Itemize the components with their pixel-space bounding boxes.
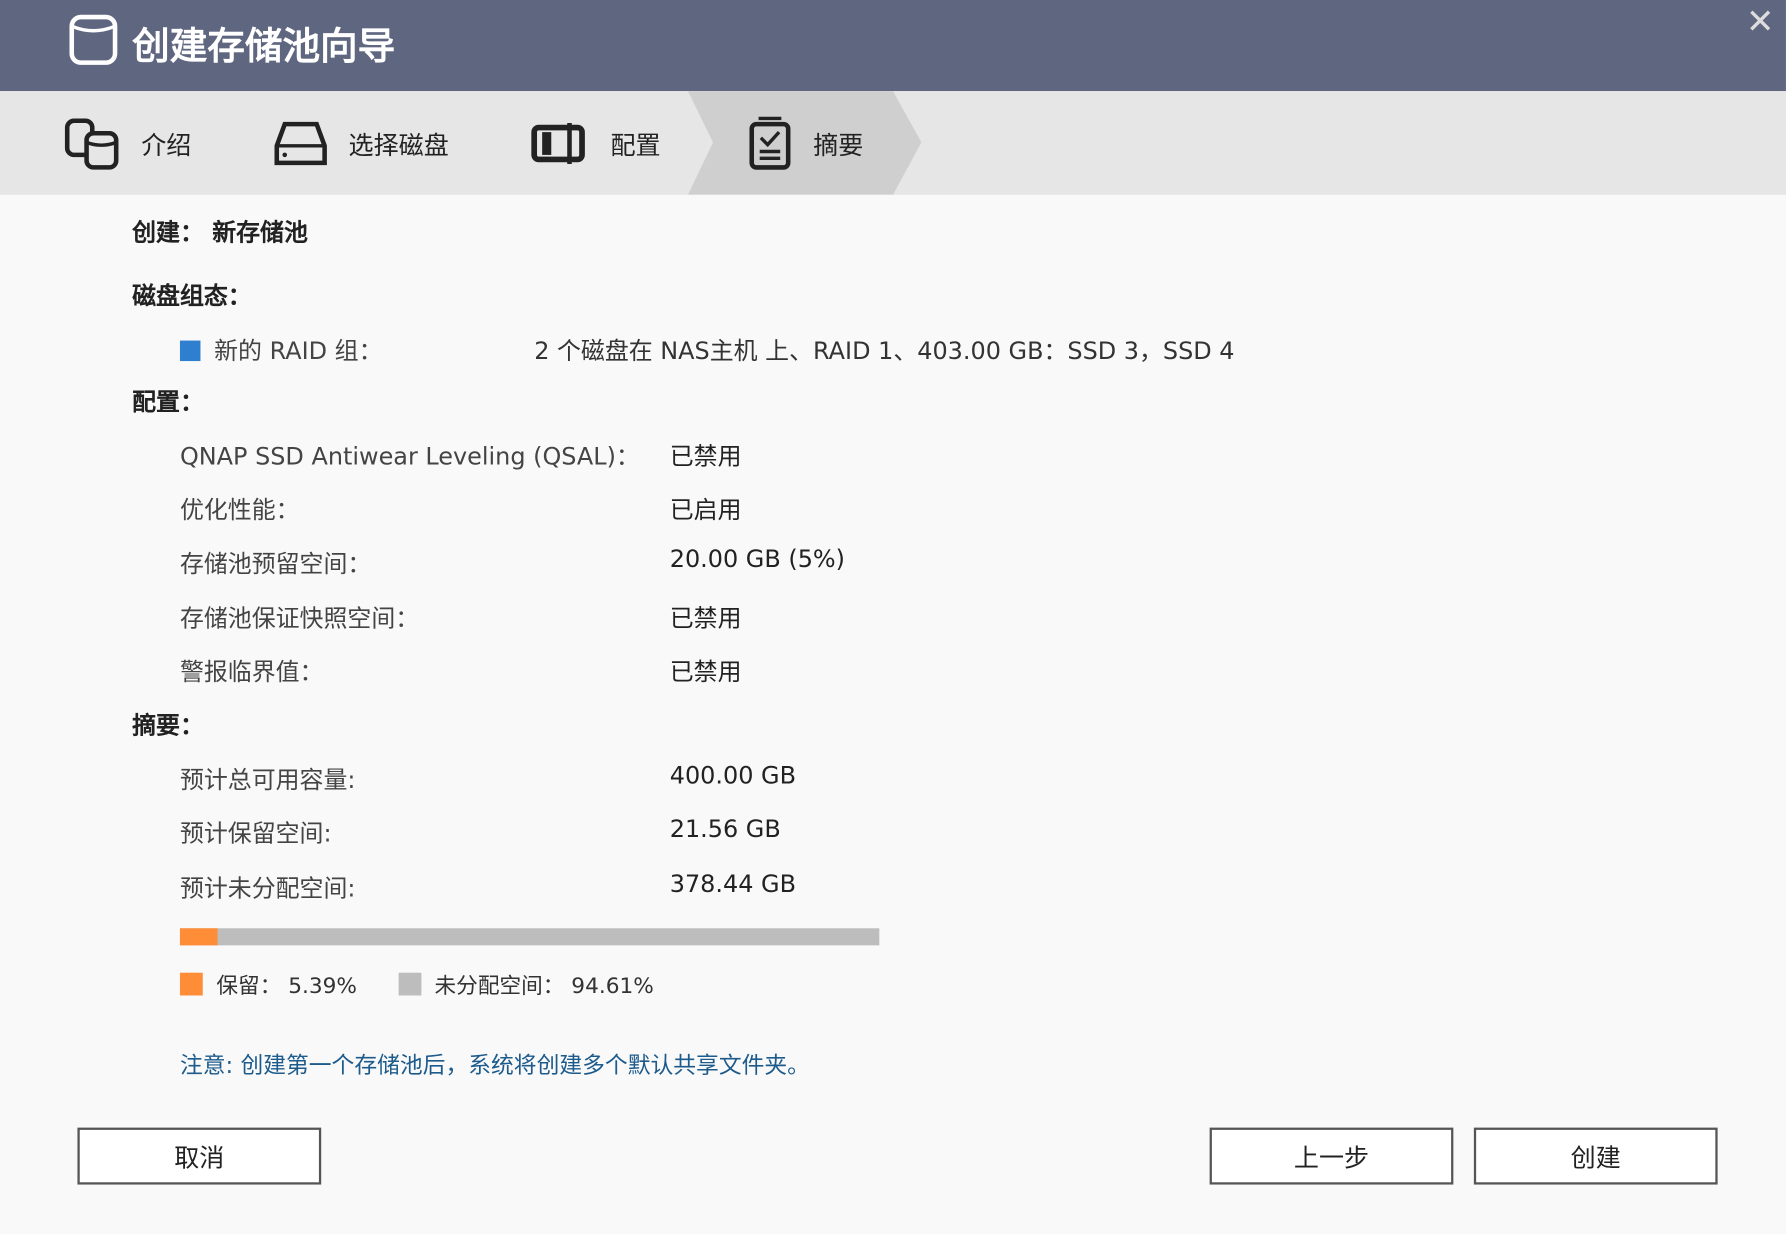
disks-icon — [64, 117, 121, 169]
config-label: 存储池保证快照空间： — [180, 600, 419, 634]
unallocated-legend-square — [398, 973, 421, 996]
summary-heading: 摘要： — [132, 707, 204, 741]
step-label: 选择磁盘 — [349, 125, 449, 161]
capacity-usage-bar — [180, 928, 879, 945]
config-label: 警报临界值： — [180, 654, 324, 688]
cancel-button[interactable]: 取消 — [77, 1128, 321, 1185]
summary-label: 预计未分配空间: — [180, 870, 355, 904]
create-button[interactable]: 创建 — [1474, 1128, 1718, 1185]
storage-pool-icon — [68, 14, 118, 66]
raid-group-color-square — [180, 341, 201, 362]
window-title: 创建存储池向导 — [132, 16, 395, 71]
step-select-disks: 选择磁盘 — [273, 91, 448, 195]
step-label: 配置 — [611, 125, 661, 161]
config-icon — [531, 120, 590, 166]
create-row: 创建： 新存储池 — [132, 214, 308, 248]
step-label: 介绍 — [141, 125, 191, 161]
close-icon[interactable]: ✕ — [1746, 2, 1775, 42]
config-label: 优化性能： — [180, 492, 300, 526]
wizard-steps: 介绍 选择磁盘 配置 摘要 — [0, 91, 1786, 195]
config-value: 已禁用 — [670, 654, 742, 688]
summary-label: 预计保留空间: — [180, 816, 332, 850]
disk-config-heading: 磁盘组态： — [132, 278, 252, 312]
raid-group-label: 新的 RAID 组： — [180, 333, 383, 367]
config-value: 已禁用 — [670, 439, 742, 473]
config-value: 20.00 GB (5%) — [670, 546, 845, 573]
step-label: 摘要 — [813, 125, 863, 161]
reserved-fill — [180, 928, 218, 945]
config-label: 存储池预留空间： — [180, 546, 371, 580]
config-value: 已启用 — [670, 492, 742, 526]
checklist-icon — [747, 114, 793, 171]
reserved-legend-square — [180, 973, 203, 996]
drive-icon — [273, 120, 328, 166]
usage-legend: 保留： 5.39% 未分配空间： 94.61% — [180, 969, 654, 1000]
back-button[interactable]: 上一步 — [1210, 1128, 1454, 1185]
summary-value: 400.00 GB — [670, 762, 796, 789]
step-config: 配置 — [531, 91, 661, 195]
summary-value: 21.56 GB — [670, 816, 781, 843]
title-bar: 创建存储池向导 ✕ — [0, 0, 1786, 91]
raid-group-value: 2 个磁盘在 NAS主机 上、RAID 1、403.00 GB：SSD 3，SS… — [534, 333, 1234, 367]
step-summary: 摘要 — [747, 91, 863, 195]
summary-label: 预计总可用容量: — [180, 762, 355, 796]
note-text: 注意: 创建第一个存储池后，系统将创建多个默认共享文件夹。 — [180, 1047, 810, 1080]
step-intro: 介绍 — [64, 91, 192, 195]
config-label: QNAP SSD Antiwear Leveling (QSAL)： — [180, 439, 640, 473]
config-value: 已禁用 — [670, 600, 742, 634]
create-storage-pool-wizard: 创建存储池向导 ✕ 介绍 选择磁盘 配置 摘要 创建： 新存储池 磁盘组态： 新… — [0, 0, 1786, 1234]
config-heading: 配置： — [132, 384, 204, 418]
summary-value: 378.44 GB — [670, 870, 796, 897]
